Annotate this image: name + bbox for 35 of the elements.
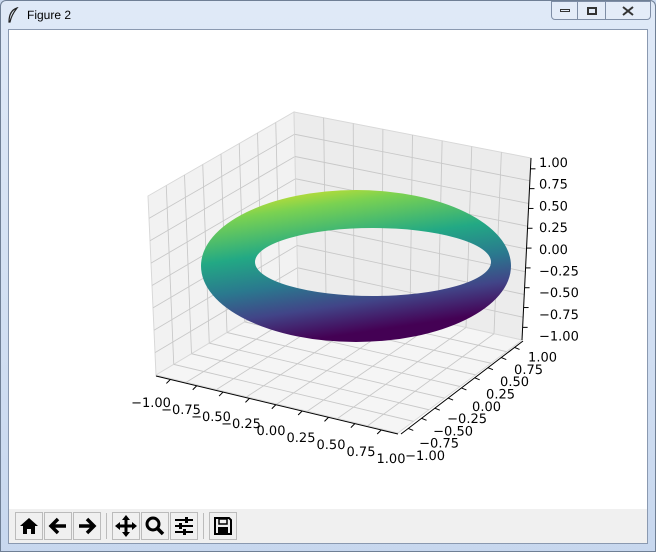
tick-label: −0.75 (539, 308, 579, 323)
tick-label: 0.75 (346, 445, 376, 460)
search-icon (145, 516, 165, 536)
tick-label: 1.00 (376, 452, 406, 467)
tick-label: −1.00 (405, 449, 445, 464)
forward-arrow-button[interactable] (73, 512, 101, 540)
tick-label: 0.50 (316, 438, 346, 453)
tick-label: −1.00 (539, 330, 579, 345)
settings-button[interactable] (170, 512, 198, 540)
home-button[interactable] (15, 512, 43, 540)
tick-label: −0.25 (539, 264, 579, 280)
feather-icon (7, 7, 19, 23)
tick-label: 0.75 (539, 178, 568, 193)
tick-label: 0.25 (539, 221, 568, 236)
tick-label: −0.50 (539, 286, 579, 302)
tick-label: 0.00 (539, 242, 568, 258)
save-button[interactable] (209, 512, 237, 540)
move-arrows-icon (115, 515, 137, 537)
tick-label: 0.50 (539, 199, 568, 214)
left-arrow-icon (48, 517, 68, 535)
maximize-button[interactable] (578, 1, 605, 20)
sliders-icon (174, 517, 194, 535)
pan-button[interactable] (112, 512, 140, 540)
tick-label: 1.00 (539, 156, 568, 171)
zoom-button[interactable] (141, 512, 169, 540)
window-title: Figure 2 (27, 7, 72, 24)
tick-label: −0.75 (419, 436, 459, 452)
home-icon (19, 517, 39, 535)
minimize-button[interactable] (551, 1, 578, 20)
back-arrow-button[interactable] (44, 512, 72, 540)
tick-label: 0.25 (486, 388, 515, 402)
tick-label: 0.25 (286, 431, 316, 446)
close-icon (622, 6, 634, 16)
close-button[interactable] (605, 1, 651, 20)
right-arrow-icon (77, 517, 97, 535)
